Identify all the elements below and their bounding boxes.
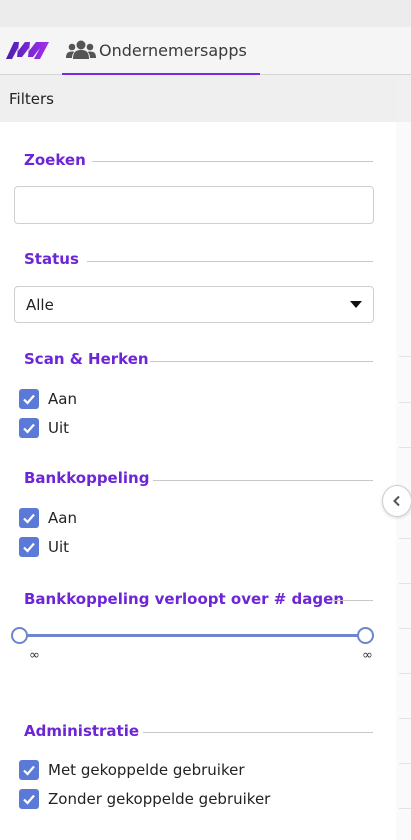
section-divider [143, 732, 373, 733]
admin-zonder-checkbox[interactable] [19, 789, 39, 809]
section-title-expires: Bankkoppeling verloopt over # dagen [24, 590, 345, 608]
row-divider [399, 628, 411, 629]
days-range-track[interactable] [20, 634, 366, 637]
tab-ondernemersapps[interactable]: Ondernemersapps [62, 27, 260, 75]
status-select-value: Alle [26, 296, 54, 314]
section-divider [150, 361, 373, 362]
checkmark-icon [23, 394, 35, 405]
row-divider [399, 763, 411, 764]
checkmark-icon [23, 513, 35, 524]
scan-aan-checkbox[interactable] [19, 389, 39, 409]
app-header: Ondernemersapps [0, 27, 411, 75]
app-logo-icon[interactable] [4, 39, 54, 61]
checkmark-icon [23, 765, 35, 776]
row-divider [399, 808, 411, 809]
days-range-min-handle[interactable] [11, 627, 28, 644]
scan-aan-label: Aan [48, 390, 77, 408]
search-input[interactable] [14, 186, 374, 224]
scan-uit-label: Uit [48, 419, 70, 437]
users-icon [66, 39, 96, 61]
row-divider [399, 583, 411, 584]
section-divider [87, 261, 373, 262]
bank-aan-checkbox[interactable] [19, 508, 39, 528]
status-select[interactable]: Alle [14, 286, 374, 323]
content-edge [396, 122, 411, 840]
collapse-panel-button[interactable] [382, 485, 411, 517]
section-divider [332, 600, 373, 601]
admin-zonder-label: Zonder gekoppelde gebruiker [48, 790, 271, 808]
bank-aan-label: Aan [48, 509, 77, 527]
row-divider [399, 718, 411, 719]
tab-label: Ondernemersapps [99, 40, 247, 60]
filters-header: Filters [0, 76, 396, 122]
checkmark-icon [23, 794, 35, 805]
chevron-left-icon [393, 495, 400, 507]
admin-met-checkbox[interactable] [19, 760, 39, 780]
checkmark-icon [23, 423, 35, 434]
section-title-administratie: Administratie [24, 722, 140, 740]
days-range-max-label: ∞ [362, 648, 373, 663]
days-range-max-handle[interactable] [357, 627, 374, 644]
section-title-status: Status [24, 250, 79, 268]
section-title-zoeken: Zoeken [24, 151, 86, 169]
row-divider [399, 402, 411, 403]
section-title-scan-herken: Scan & Herken [24, 350, 149, 368]
days-range-min-label: ∞ [29, 648, 40, 663]
filters-title: Filters [9, 90, 54, 108]
admin-met-label: Met gekoppelde gebruiker [48, 761, 245, 779]
top-strip [0, 0, 411, 27]
section-divider [153, 480, 373, 481]
row-divider [399, 538, 411, 539]
bank-uit-checkbox[interactable] [19, 537, 39, 557]
caret-down-icon [350, 301, 362, 308]
checkmark-icon [23, 542, 35, 553]
section-divider [92, 161, 373, 162]
row-divider [399, 447, 411, 448]
section-title-bankkoppeling: Bankkoppeling [24, 469, 150, 487]
row-divider [399, 356, 411, 357]
scan-uit-checkbox[interactable] [19, 418, 39, 438]
bank-uit-label: Uit [48, 538, 70, 556]
row-divider [399, 673, 411, 674]
